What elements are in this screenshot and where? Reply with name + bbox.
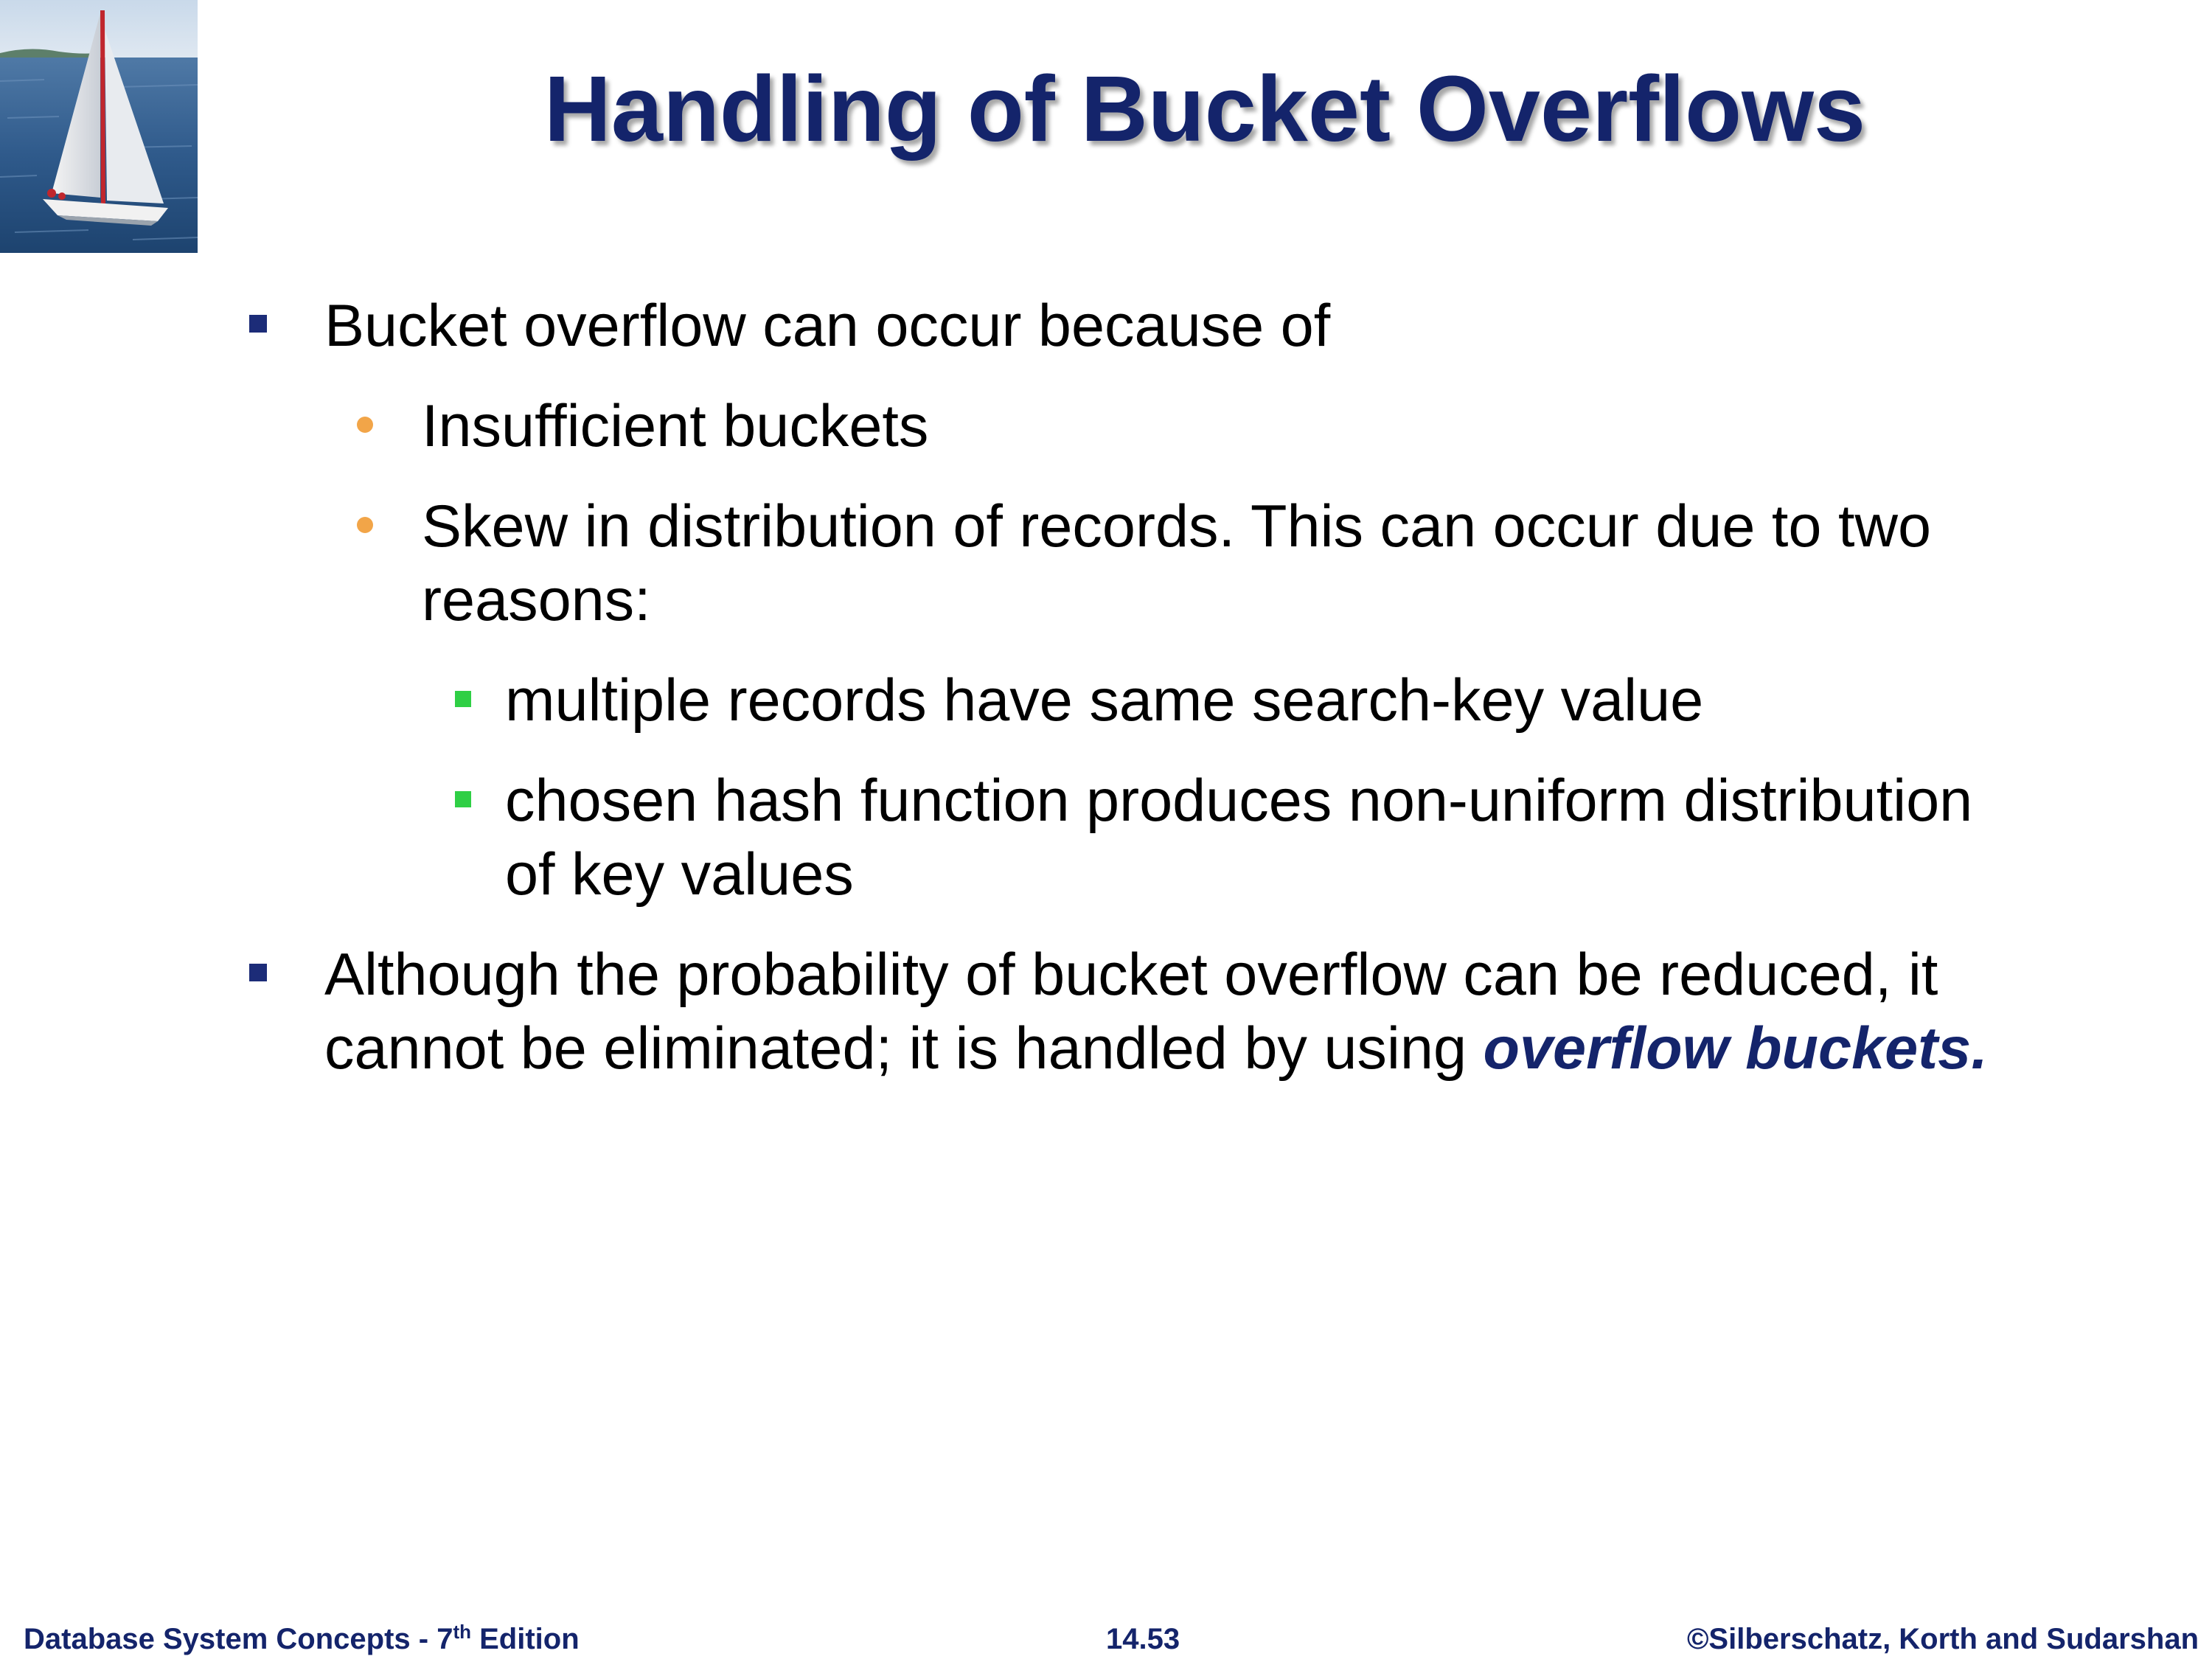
sub-sub-bullet-text: chosen hash function produces non-unifor… — [505, 768, 1973, 834]
sub-bullet-text: Insufficient buckets — [422, 393, 929, 459]
footer-book-prefix: Database System Concepts - 7 — [24, 1623, 453, 1655]
sub-sub-bullet-text: multiple records have same search-key va… — [505, 667, 1704, 734]
footer-copyright: ©Silberschatz, Korth and Sudarshan — [1686, 1623, 2199, 1655]
footer-book-title: Database System Concepts - 7th Edition — [24, 1621, 580, 1658]
square-bullet-icon — [249, 315, 267, 333]
slide: Handling of Bucket Overflows Bucket over… — [0, 0, 2212, 1659]
bullet-text-continued: cannot be eliminated; it is handled by u… — [324, 1012, 1988, 1085]
round-bullet-icon — [357, 517, 373, 533]
square-bullet-icon — [249, 964, 267, 981]
bullet-text-prefix: cannot be eliminated; it is handled by u… — [324, 1015, 1484, 1082]
square-bullet-icon — [455, 691, 471, 707]
sub-sub-bullet-text-continued: of key values — [505, 841, 854, 908]
slide-content: Bucket overflow can occur because of Ins… — [0, 0, 2212, 1659]
overflow-buckets-emphasis: overflow buckets — [1483, 1015, 1972, 1082]
sub-bullet-text-continued: reasons: — [422, 567, 651, 633]
footer-book-sup: th — [453, 1621, 471, 1643]
bullet-text-suffix: . — [1971, 1015, 1988, 1082]
sub-bullet-text: Skew in distribution of records. This ca… — [422, 493, 1931, 560]
footer-book-suffix: Edition — [471, 1623, 580, 1655]
round-bullet-icon — [357, 417, 373, 433]
bullet-text: Bucket overflow can occur because of — [324, 293, 1331, 359]
footer-page-number: 14.53 — [1106, 1623, 1180, 1655]
square-bullet-icon — [455, 791, 471, 807]
bullet-text: Although the probability of bucket overf… — [324, 942, 1938, 1008]
